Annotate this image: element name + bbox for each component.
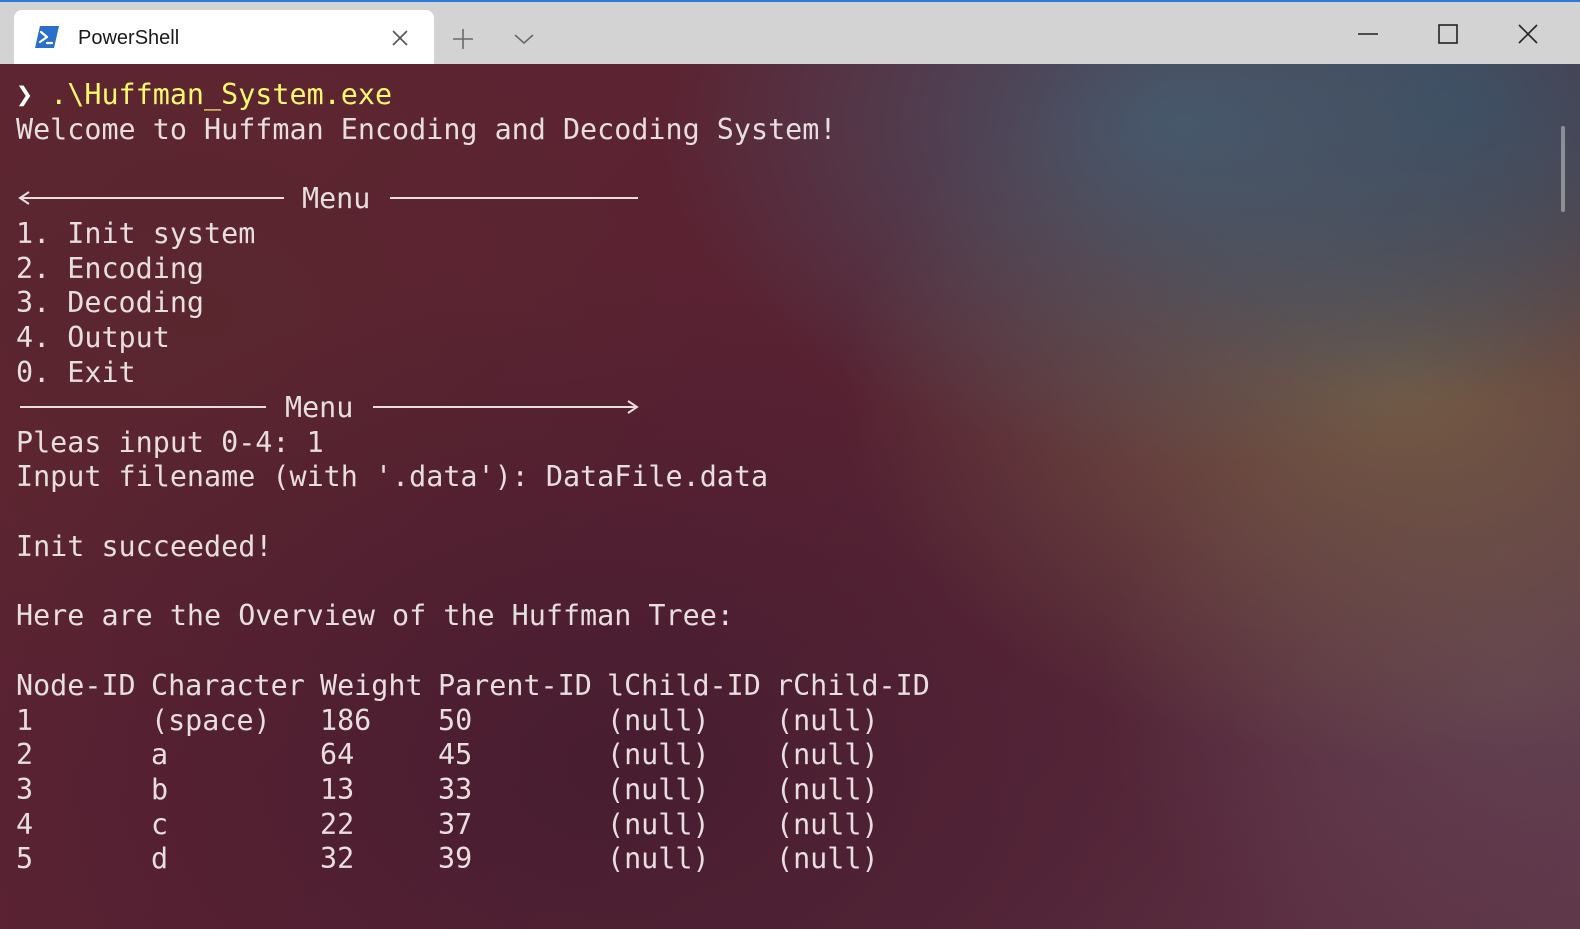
left-arrow-icon (18, 191, 284, 205)
table-header: rChild-ID (776, 669, 930, 702)
table-cell: 13 (320, 773, 355, 806)
table-cell: (null) (776, 842, 879, 875)
table-header: lChild-ID (607, 669, 761, 702)
table-cell: b (151, 773, 169, 806)
table-row: 2 a 64 45 (null) (null) (0, 737, 960, 772)
input-filename-line: Input filename (with '.data'): DataFile.… (16, 460, 769, 493)
maximize-button[interactable] (1420, 2, 1500, 64)
table-cell: 186 (320, 704, 372, 737)
table-cell: a (151, 738, 169, 771)
menu-top-title: Menu (302, 182, 371, 215)
table-header-row: Node-ID Character Weight Parent-ID lChil… (0, 668, 960, 703)
table-cell: c (151, 808, 169, 841)
welcome-text: Welcome to Huffman Encoding and Decoding… (16, 113, 837, 146)
new-tab-plus-icon[interactable] (452, 28, 474, 50)
tab-title: PowerShell (78, 27, 180, 49)
close-icon (1518, 24, 1538, 44)
tab-powershell[interactable]: PowerShell (14, 10, 434, 66)
table-cell: (space) (151, 704, 271, 737)
maximize-icon (1438, 24, 1458, 44)
close-window-button[interactable] (1500, 2, 1580, 64)
table-row: 1 (space) 186 50 (null) (null) (0, 703, 960, 738)
table-cell: 1 (16, 704, 34, 737)
right-arrow-icon (373, 400, 639, 414)
input-choice-line: Pleas input 0-4: 1 (16, 426, 324, 459)
table-cell: 50 (438, 704, 473, 737)
table-cell: 64 (320, 738, 355, 771)
table-header: Parent-ID (438, 669, 592, 702)
table-cell: (null) (607, 842, 710, 875)
powershell-icon (35, 26, 59, 48)
overview-heading: Here are the Overview of the Huffman Tre… (16, 599, 734, 632)
table-cell: (null) (776, 808, 879, 841)
table-cell: 37 (438, 808, 473, 841)
table-cell: (null) (776, 704, 879, 737)
table-cell: d (151, 842, 169, 875)
menu-item: 2. Encoding (16, 252, 205, 285)
menu-item: 4. Output (16, 321, 170, 354)
table-header: Node-ID (16, 669, 136, 702)
menu-top-rule (390, 197, 638, 199)
table-header: Weight (320, 669, 423, 702)
menu-item: 1. Init system (16, 217, 256, 250)
table-cell: (null) (607, 773, 710, 806)
title-bar: PowerShell (0, 0, 1580, 66)
table-cell: 3 (16, 773, 34, 806)
table-cell: (null) (607, 704, 710, 737)
table-cell: 4 (16, 808, 34, 841)
prompt-command: .\Huffman_System.exe (50, 78, 393, 111)
table-cell: 39 (438, 842, 473, 875)
prompt-symbol: ❯ (16, 78, 34, 111)
table-cell: (null) (607, 808, 710, 841)
table-cell: (null) (776, 738, 879, 771)
init-status-line: Init succeeded! (16, 530, 273, 563)
close-tab-icon[interactable] (390, 28, 410, 48)
table-cell: (null) (607, 738, 710, 771)
table-cell: 22 (320, 808, 355, 841)
table-cell: 2 (16, 738, 34, 771)
table-row: 3 b 13 33 (null) (null) (0, 772, 960, 807)
menu-bottom-rule (20, 406, 266, 408)
table-cell: 45 (438, 738, 473, 771)
menu-item: 0. Exit (16, 356, 136, 389)
table-header: Character (151, 669, 305, 702)
prompt-line: ❯ .\Huffman_System.exe (16, 77, 392, 112)
minimize-icon (1358, 33, 1378, 35)
menu-item: 3. Decoding (16, 286, 205, 319)
terminal-output[interactable]: ❯ .\Huffman_System.exe Welcome to Huffma… (0, 64, 1580, 929)
table-row: 4 c 22 37 (null) (null) (0, 807, 960, 842)
minimize-button[interactable] (1340, 2, 1420, 64)
chevron-down-icon[interactable] (513, 32, 535, 46)
scrollbar-thumb[interactable] (1561, 126, 1565, 212)
table-cell: 33 (438, 773, 473, 806)
table-row: 5 d 32 39 (null) (null) (0, 841, 960, 876)
table-cell: 5 (16, 842, 34, 875)
table-cell: (null) (776, 773, 879, 806)
table-cell: 32 (320, 842, 355, 875)
menu-bottom-title: Menu (285, 391, 354, 424)
